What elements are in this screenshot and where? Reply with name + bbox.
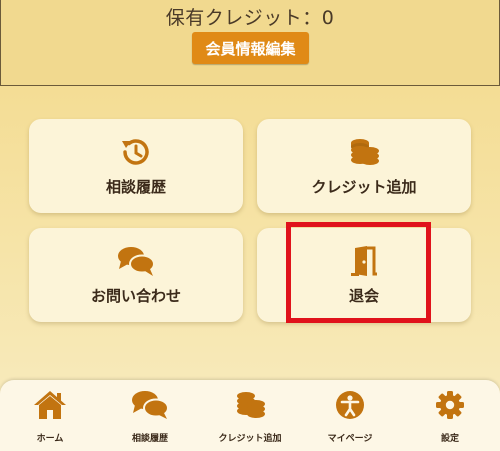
home-icon <box>33 390 67 420</box>
bottom-navigation: ホーム 相談履歴 クレジット追加 マイページ 設定 <box>0 380 500 451</box>
nav-history-label: 相談履歴 <box>131 434 168 444</box>
nav-home-label: ホーム <box>36 434 64 444</box>
credit-add-card[interactable]: クレジット追加 <box>257 119 471 213</box>
gear-icon <box>435 390 465 420</box>
nav-mypage-label: マイページ <box>327 434 373 444</box>
history-icon <box>119 136 153 168</box>
nav-home[interactable]: ホーム <box>0 380 100 451</box>
withdraw-highlight-frame <box>286 222 431 323</box>
contact-card[interactable]: お問い合わせ <box>29 228 243 322</box>
contact-label: お問い合わせ <box>90 286 181 305</box>
credit-balance-text: 保有クレジット：0 <box>165 7 335 29</box>
credit-add-label: クレジット追加 <box>311 177 417 196</box>
person-circle-icon <box>334 390 366 420</box>
nav-credit-add-label: クレジット追加 <box>218 434 282 444</box>
chat-bubbles-icon <box>116 245 156 277</box>
history-card[interactable]: 相談履歴 <box>29 119 243 213</box>
coins-icon <box>347 136 381 168</box>
edit-member-info-button[interactable]: 会員情報編集 <box>192 32 309 64</box>
account-panel: 保有クレジット：0 会員情報編集 <box>0 0 500 86</box>
coins-icon <box>233 390 267 420</box>
nav-credit-add[interactable]: クレジット追加 <box>200 380 300 451</box>
nav-mypage[interactable]: マイページ <box>300 380 400 451</box>
nav-history[interactable]: 相談履歴 <box>100 380 200 451</box>
nav-settings-label: 設定 <box>440 434 459 444</box>
history-label: 相談履歴 <box>105 177 166 196</box>
nav-settings[interactable]: 設定 <box>400 380 500 451</box>
chat-bubbles-icon <box>130 390 170 420</box>
